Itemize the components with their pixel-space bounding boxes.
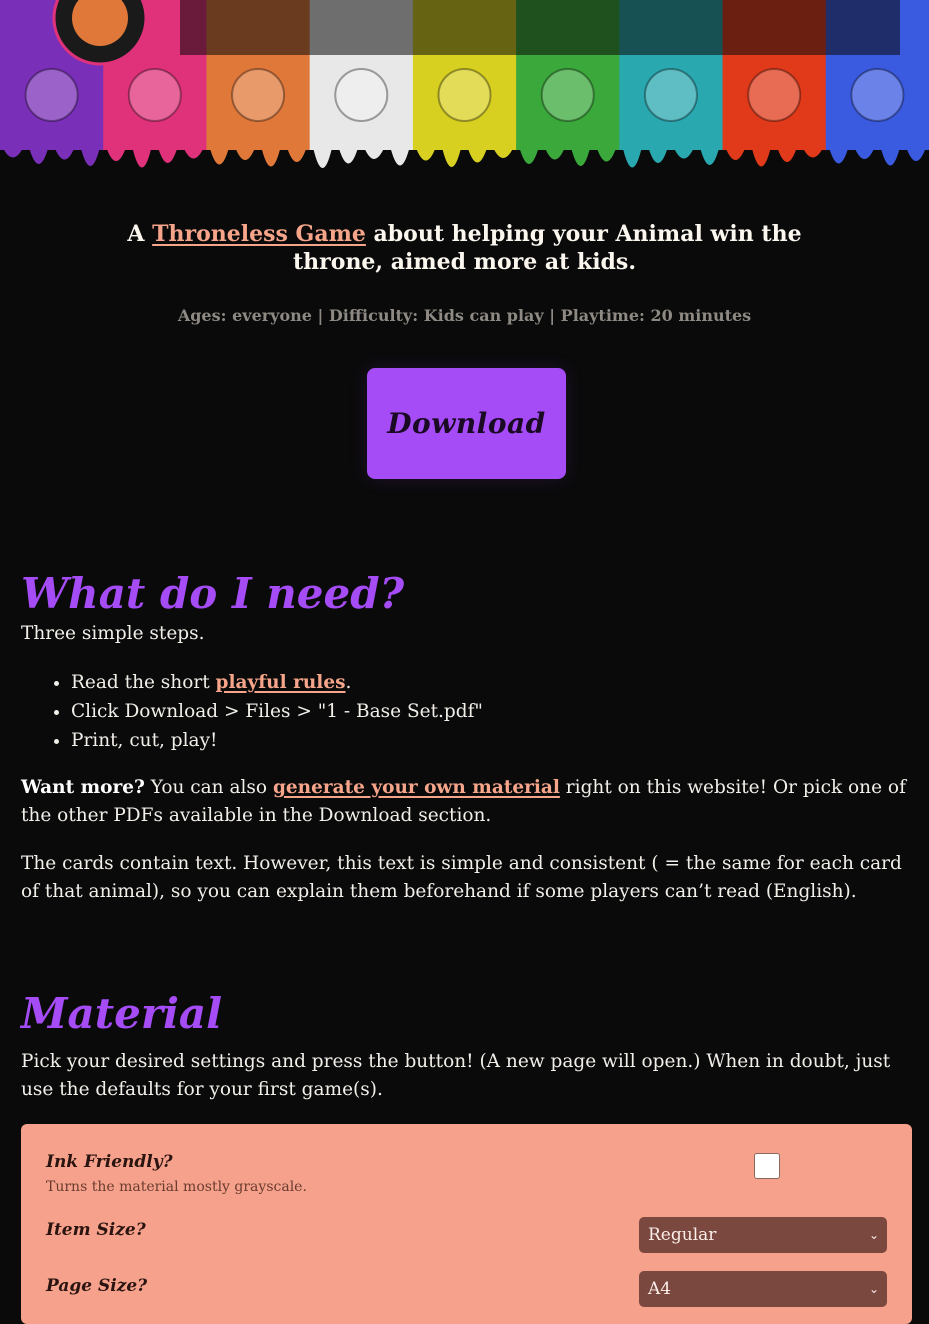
banner-drip <box>103 145 207 168</box>
animal-medallion-icon <box>437 68 492 122</box>
material-settings-panel: Ink Friendly? Turns the material mostly … <box>21 1124 912 1324</box>
steps-list: Read the short playful rules. Click Down… <box>21 668 911 755</box>
game-meta: Ages: everyone | Difficulty: Kids can pl… <box>177 306 752 325</box>
item-size-select[interactable]: Regular ⌄ <box>639 1217 887 1253</box>
step1-prefix: Read the short <box>71 672 216 693</box>
animal-medallion-icon <box>540 68 595 122</box>
animal-medallion-icon <box>334 68 389 122</box>
banner-drip <box>825 145 929 166</box>
material-heading: Material <box>21 989 223 1038</box>
chevron-down-icon: ⌄ <box>868 1228 879 1242</box>
tagline-line2: throne, aimed more at kids. <box>293 249 636 275</box>
banner-drip <box>0 145 104 166</box>
need-section: What do I need? Three simple steps. Read… <box>21 570 911 906</box>
need-heading: What do I need? <box>21 569 405 618</box>
animal-medallion-icon <box>24 68 79 122</box>
animal-medallion-icon <box>231 68 286 122</box>
banner-drip <box>309 145 413 168</box>
chevron-down-icon: ⌄ <box>868 1282 879 1296</box>
list-item: Print, cut, play! <box>71 726 911 755</box>
banner-drip <box>619 145 723 168</box>
item-size-label: Item Size? <box>46 1220 146 1240</box>
animal-medallion-icon <box>643 68 698 122</box>
page-size-value: A4 <box>648 1279 672 1299</box>
want-more-paragraph: Want more? You can also generate your ow… <box>21 774 911 830</box>
animal-medallion-icon <box>127 68 182 122</box>
list-item: Read the short playful rules. <box>71 668 911 697</box>
need-lead: Three simple steps. <box>21 623 205 644</box>
want-more-text1: You can also <box>144 777 273 798</box>
download-button[interactable]: Download <box>367 368 566 479</box>
want-more-bold: Want more? <box>21 777 145 798</box>
animal-medallion-icon <box>747 68 802 122</box>
title-shadow-band <box>180 0 900 55</box>
tagline-suffix: about helping your Animal win the <box>365 221 802 247</box>
item-size-value: Regular <box>648 1225 717 1245</box>
banner-drip <box>516 145 620 166</box>
cards-note: The cards contain text. However, this te… <box>21 853 902 902</box>
step1-suffix: . <box>345 672 352 693</box>
animal-medallion-icon <box>850 68 905 122</box>
banner-drip <box>206 145 310 167</box>
generate-material-link[interactable]: generate your own material <box>273 777 560 798</box>
tagline: A Throneless Game about helping your Ani… <box>0 220 929 276</box>
ink-friendly-help: Turns the material mostly grayscale. <box>46 1179 307 1195</box>
tagline-prefix: A <box>127 221 153 247</box>
banner-artwork <box>0 0 929 190</box>
banner-drip <box>412 145 517 167</box>
page-size-label: Page Size? <box>46 1276 148 1296</box>
list-item: Click Download > Files > "1 - Base Set.p… <box>71 697 911 726</box>
banner-drip <box>722 145 826 167</box>
ink-friendly-checkbox[interactable] <box>754 1153 780 1179</box>
header-banner <box>0 0 929 190</box>
throneless-game-link[interactable]: Throneless Game <box>152 221 366 247</box>
playful-rules-link[interactable]: playful rules <box>216 672 346 693</box>
material-section: Material Pick your desired settings and … <box>21 990 911 1104</box>
ink-friendly-label: Ink Friendly? <box>46 1152 173 1172</box>
material-intro: Pick your desired settings and press the… <box>21 1051 891 1100</box>
page-size-select[interactable]: A4 ⌄ <box>639 1271 887 1307</box>
